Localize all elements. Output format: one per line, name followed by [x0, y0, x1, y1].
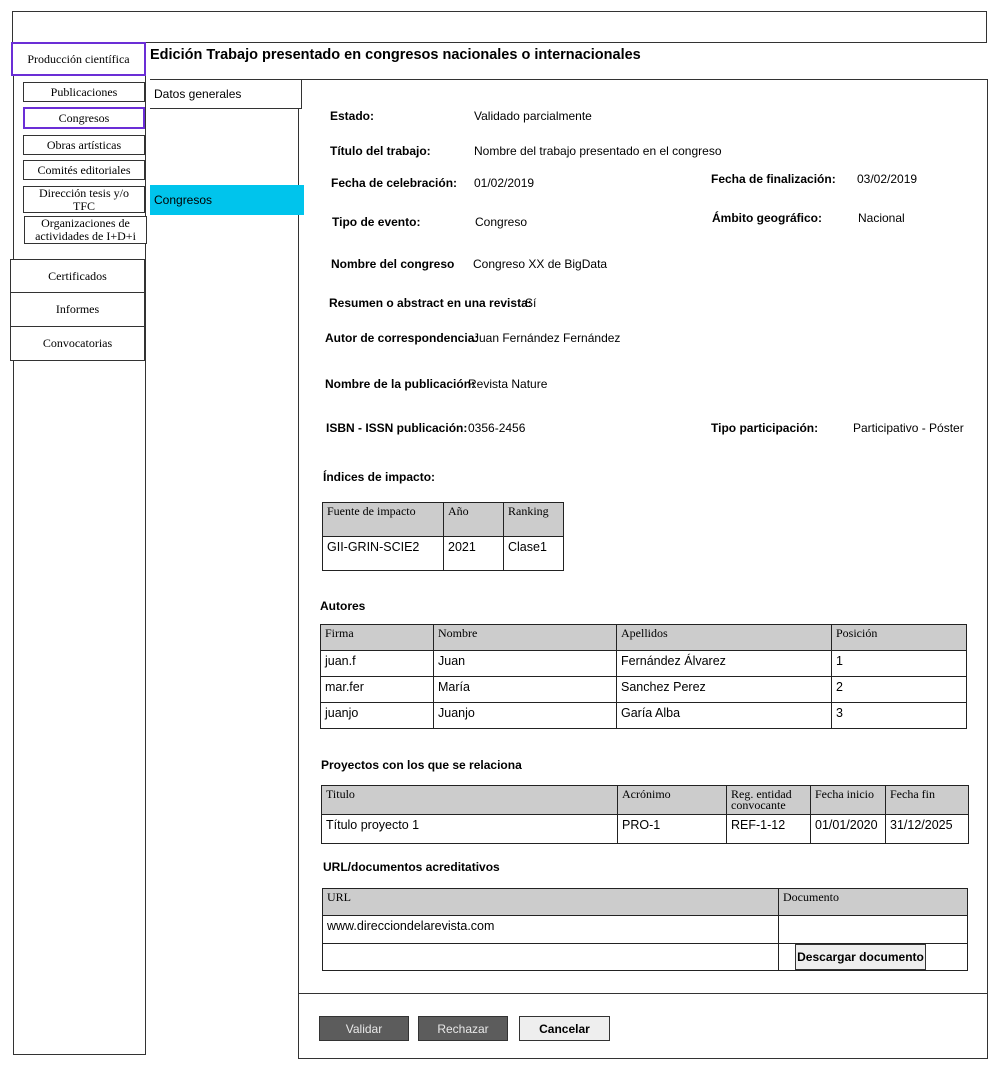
table-row: juan.f Juan Fernández Álvarez 1: [320, 650, 967, 677]
tab-datos-generales[interactable]: Datos generales: [150, 79, 302, 109]
isbn-value: 0356-2456: [468, 421, 526, 435]
autores-cell: juan.f: [320, 650, 434, 677]
page-title: Edición Trabajo presentado en congresos …: [150, 47, 641, 63]
autores-cell: 1: [831, 650, 967, 677]
urls-title: URL/documentos acreditativos: [323, 860, 500, 874]
indices-cell: GII-GRIN-SCIE2: [322, 536, 444, 571]
autores-header-posicion: Posición: [831, 624, 967, 651]
table-row: www.direcciondelarevista.com: [322, 915, 968, 944]
resumen-value: Sí: [525, 296, 537, 310]
proyectos-cell: REF-1-12: [726, 814, 811, 844]
autores-header-nombre: Nombre: [433, 624, 617, 651]
table-row: GII-GRIN-SCIE2 2021 Clase1: [322, 536, 564, 571]
tipo-evento-value: Congreso: [475, 215, 528, 229]
indices-header-ranking: Ranking: [503, 502, 564, 537]
validar-button[interactable]: Validar: [319, 1016, 409, 1041]
autores-cell: 3: [831, 702, 967, 729]
titulo-label: Título del trabajo:: [330, 144, 431, 158]
nombre-congreso-label: Nombre del congreso: [331, 257, 455, 271]
nombre-publicacion-label: Nombre de la publicación:: [325, 377, 476, 391]
nav-produccion-cientifica[interactable]: Producción científica: [11, 42, 146, 76]
fecha-finalizacion-value: 03/02/2019: [857, 172, 918, 186]
proyectos-header-reg-entidad: Reg. entidad convocante: [726, 785, 811, 815]
indices-title: Índices de impacto:: [323, 470, 436, 484]
proyectos-header-acronimo: Acrónimo: [617, 785, 727, 815]
ambito-label: Ámbito geográfico:: [712, 211, 822, 225]
estado-label: Estado:: [330, 109, 375, 123]
nav-informes[interactable]: Informes: [10, 292, 145, 327]
download-document-button[interactable]: Descargar documento: [795, 944, 926, 970]
proyectos-cell: Título proyecto 1: [321, 814, 618, 844]
autores-cell: juanjo: [320, 702, 434, 729]
autores-header-firma: Firma: [320, 624, 434, 651]
nav-certificados[interactable]: Certificados: [10, 259, 145, 293]
isbn-label: ISBN - ISSN publicación:: [326, 421, 468, 435]
autores-cell: 2: [831, 676, 967, 703]
autores-cell: mar.fer: [320, 676, 434, 703]
indices-header-fuente: Fuente de impacto: [322, 502, 444, 537]
estado-value: Validado parcialmente: [474, 109, 592, 123]
proyectos-header-fecha-inicio: Fecha inicio: [810, 785, 886, 815]
autores-table: Firma Nombre Apellidos Posición juan.f J…: [320, 624, 967, 729]
fecha-celebracion-value: 01/02/2019: [474, 176, 535, 190]
table-row: Título proyecto 1 PRO-1 REF-1-12 01/01/2…: [321, 814, 969, 844]
tipo-participacion-label: Tipo participación:: [711, 421, 819, 435]
footer-divider: [298, 993, 988, 994]
nav-obras-artisticas[interactable]: Obras artísticas: [23, 135, 145, 155]
proyectos-header-titulo: Titulo: [321, 785, 618, 815]
nav-congresos[interactable]: Congresos: [23, 107, 145, 129]
autores-cell: Juan: [433, 650, 617, 677]
proyectos-header-fecha-fin: Fecha fin: [885, 785, 969, 815]
indices-header-anio: Año: [443, 502, 504, 537]
autores-cell: Fernández Álvarez: [616, 650, 832, 677]
nav-comites-editoriales[interactable]: Comités editoriales: [23, 160, 145, 180]
resumen-label: Resumen o abstract en una revista:: [329, 296, 532, 310]
nav-convocatorias[interactable]: Convocatorias: [10, 326, 145, 361]
proyectos-cell: 01/01/2020: [810, 814, 886, 844]
proyectos-cell: PRO-1: [617, 814, 727, 844]
tipo-participacion-value: Participativo - Póster: [853, 421, 964, 435]
autores-cell: Juanjo: [433, 702, 617, 729]
cancelar-button[interactable]: Cancelar: [519, 1016, 610, 1041]
urls-header-url: URL: [322, 888, 779, 916]
urls-header-documento: Documento: [778, 888, 968, 916]
nombre-congreso-value: Congreso XX de BigData: [473, 257, 608, 271]
fecha-finalizacion-label: Fecha de finalización:: [711, 172, 836, 186]
indices-cell: 2021: [443, 536, 504, 571]
nav-direccion-tesis[interactable]: Dirección tesis y/o TFC: [23, 186, 145, 213]
indices-table: Fuente de impacto Año Ranking GII-GRIN-S…: [322, 502, 564, 571]
top-bar: [12, 11, 987, 43]
rechazar-button[interactable]: Rechazar: [418, 1016, 508, 1041]
table-row: mar.fer María Sanchez Perez 2: [320, 676, 967, 703]
url-cell[interactable]: www.direcciondelarevista.com: [322, 915, 779, 944]
table-row: juanjo Juanjo Garía Alba 3: [320, 702, 967, 729]
autores-cell: Sanchez Perez: [616, 676, 832, 703]
indices-cell: Clase1: [503, 536, 564, 571]
url-cell-empty: [322, 943, 779, 971]
titulo-value: Nombre del trabajo presentado en el cong…: [474, 144, 722, 158]
proyectos-cell: 31/12/2025: [885, 814, 969, 844]
autor-correspondencia-label: Autor de correspondencia:: [325, 331, 479, 345]
tab-congresos[interactable]: Congresos: [150, 185, 304, 215]
autor-correspondencia-value: Juan Fernández Fernández: [473, 331, 621, 345]
ambito-value: Nacional: [858, 211, 905, 225]
documento-cell: [778, 915, 968, 944]
autores-cell: Garía Alba: [616, 702, 832, 729]
tipo-evento-label: Tipo de evento:: [332, 215, 421, 229]
autores-title: Autores: [320, 599, 366, 613]
proyectos-title: Proyectos con los que se relaciona: [321, 758, 522, 772]
nav-organizaciones-id[interactable]: Organizaciones de actividades de I+D+i: [24, 216, 147, 244]
autores-cell: María: [433, 676, 617, 703]
nombre-publicacion-value: Revista Nature: [468, 377, 548, 391]
fecha-celebracion-label: Fecha de celebración:: [331, 176, 458, 190]
proyectos-table: Titulo Acrónimo Reg. entidad convocante …: [321, 785, 969, 844]
autores-header-apellidos: Apellidos: [616, 624, 832, 651]
nav-publicaciones[interactable]: Publicaciones: [23, 82, 145, 102]
